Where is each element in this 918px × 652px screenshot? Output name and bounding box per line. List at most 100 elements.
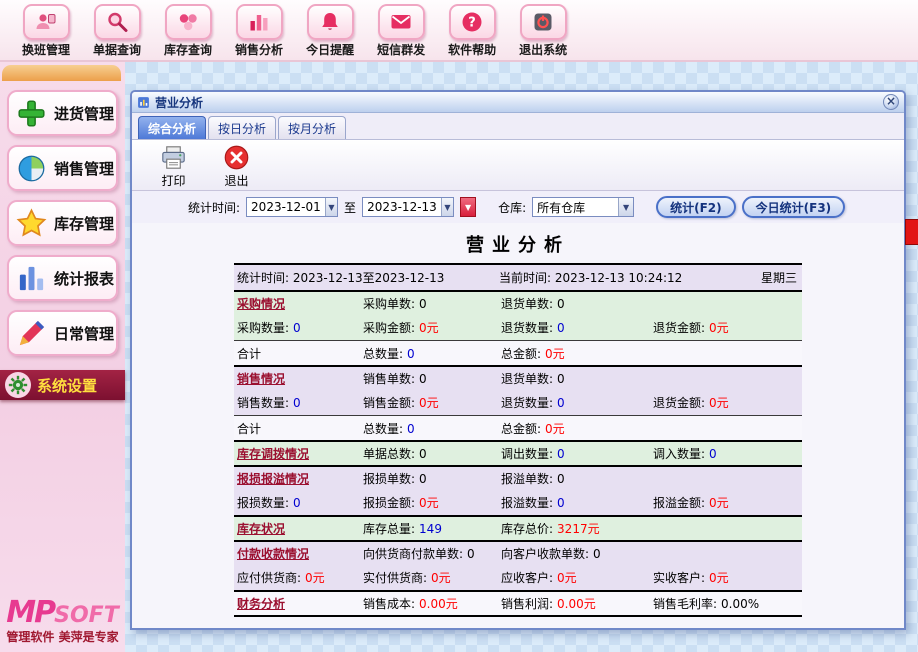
toolbar-button-label: 今日提醒	[306, 41, 354, 58]
report-cell: 合计	[234, 345, 360, 362]
report-section-cell: 报损报溢情况	[234, 470, 360, 487]
cell-value: 0元	[709, 496, 729, 510]
report-cell: 销售成本:0.00元	[360, 595, 498, 612]
cell-value: 0	[557, 297, 565, 311]
toolbar-button-software-help[interactable]: ?软件帮助	[448, 4, 496, 58]
pie-icon	[16, 153, 47, 184]
cell-label: 退货数量:	[501, 396, 553, 410]
statistics-button[interactable]: 统计(F2)	[656, 196, 736, 218]
cell-value: 0	[419, 372, 427, 386]
exit-label: 退出	[224, 172, 248, 189]
report-row: 报损报溢情况报损单数: 0报溢单数:0	[234, 465, 802, 490]
section-header: 销售情况	[237, 372, 285, 386]
cell-value: 0	[293, 496, 301, 510]
toolbar-button-label: 软件帮助	[448, 41, 496, 58]
toolbar-button-label: 退出系统	[519, 41, 567, 58]
cell-value: 0元	[709, 396, 729, 410]
toolbar-button-document-query[interactable]: 单据查询	[93, 4, 141, 58]
report-cell: 退货单数:0	[498, 295, 650, 312]
cell-label: 向客户收款单数:	[501, 547, 589, 561]
sidebar-item-sales-management[interactable]: 销售管理	[7, 145, 118, 191]
logo-text: MPSOFT	[0, 597, 125, 629]
report-period: 统计时间: 2023-12-13至2023-12-13	[234, 269, 496, 286]
cell-value: 0元	[545, 347, 565, 361]
section-header: 财务分析	[237, 597, 285, 611]
cell-label: 应付供货商:	[237, 571, 301, 585]
sidebar-item-daily-management[interactable]: 日常管理	[7, 310, 118, 356]
cell-label: 报溢数量:	[501, 496, 553, 510]
report-current-time: 当前时间: 2023-12-13 10:24:12	[496, 269, 716, 286]
cell-label: 报损单数:	[363, 472, 415, 486]
tab-monthly-analysis[interactable]: 按月分析	[278, 116, 346, 139]
today-statistics-button[interactable]: 今日统计(F3)	[742, 196, 846, 218]
sidebar-item-system-settings[interactable]: 系统设置	[0, 370, 125, 400]
cell-value: 0	[557, 496, 565, 510]
section-header: 采购情况	[237, 297, 285, 311]
shift-icon	[23, 4, 70, 40]
date-to-select[interactable]: 2023-12-13 ▼	[362, 197, 454, 217]
report-cell: 总数量:0	[360, 420, 498, 437]
chevron-down-icon[interactable]: ▼	[325, 198, 337, 216]
cell-label: 总数量:	[363, 422, 403, 436]
toolbar-button-sales-analysis[interactable]: 销售分析	[235, 4, 283, 58]
cell-label: 采购金额:	[363, 321, 415, 335]
cell-label: 采购数量:	[237, 321, 289, 335]
report-row: 库存状况库存总量:149库存总价:3217元	[234, 515, 802, 540]
sidebar: 进货管理销售管理库存管理统计报表日常管理 系统设置 MPSOFT 管理软件 美萍…	[0, 62, 125, 652]
report-cell: 退货金额: 0元	[650, 394, 802, 411]
report-cell: 实付供货商:0元	[360, 569, 498, 586]
section-header: 库存状况	[237, 522, 285, 536]
toolbar-button-shift-management[interactable]: 换班管理	[22, 4, 70, 58]
tab-comprehensive-analysis[interactable]: 综合分析	[138, 116, 206, 139]
chevron-down-icon[interactable]: ▼	[441, 198, 453, 216]
date-from-select[interactable]: 2023-12-01 ▼	[246, 197, 338, 217]
cell-label: 退货金额:	[653, 396, 705, 410]
cell-value: 0	[557, 396, 565, 410]
plus-icon	[16, 98, 47, 129]
logo-soft: SOFT	[54, 603, 119, 628]
cell-label: 退货数量:	[501, 321, 553, 335]
cell-value: 0元	[557, 571, 577, 585]
report-row: 采购数量:0采购金额:0元退货数量:0退货金额:0元	[234, 315, 802, 340]
report-table: 统计时间: 2023-12-13至2023-12-13当前时间: 2023-12…	[234, 263, 802, 617]
cell-label: 退货金额:	[653, 321, 705, 335]
toolbar-button-today-reminder[interactable]: 今日提醒	[306, 4, 354, 58]
sidebar-menu: 进货管理销售管理库存管理统计报表日常管理	[0, 90, 125, 356]
toolbar-button-exit-system[interactable]: 退出系统	[519, 4, 567, 58]
cell-label: 报损金额:	[363, 496, 415, 510]
top-toolbar: 换班管理单据查询库存查询销售分析今日提醒 短信群发 ?软件帮助退出系统	[0, 0, 918, 62]
report-cell: 销售毛利率:0.00%	[650, 595, 802, 612]
calendar-dropdown-button[interactable]: ▼	[460, 197, 476, 217]
report-cell: 销售金额:0元	[360, 394, 498, 411]
toolbar-button-label: 短信群发	[377, 41, 425, 58]
sidebar-header-bar	[2, 65, 121, 81]
sidebar-item-purchase-management[interactable]: 进货管理	[7, 90, 118, 136]
warehouse-select[interactable]: 所有仓库 ▼	[532, 197, 634, 217]
cell-label: 应收客户:	[501, 571, 553, 585]
report-row: 合计总数量:0总金额:0元	[234, 340, 802, 365]
report-cell: 报溢单数:0	[498, 470, 650, 487]
toolbar-button-inventory-query[interactable]: 库存查询	[164, 4, 212, 58]
sidebar-item-statistics-report[interactable]: 统计报表	[7, 255, 118, 301]
to-label: 至	[344, 199, 356, 216]
cell-label: 库存总量:	[363, 522, 415, 536]
window-titlebar[interactable]: 营业分析 ×	[132, 92, 904, 113]
cell-value: 0	[557, 472, 565, 486]
tab-daily-analysis[interactable]: 按日分析	[208, 116, 276, 139]
cell-value: 0	[293, 396, 301, 410]
print-button[interactable]: 打印	[160, 144, 187, 189]
cell-value: 0元	[709, 321, 729, 335]
report-cell: 应收客户: 0元	[498, 569, 650, 586]
section-header: 库存调拨情况	[237, 447, 309, 461]
report-cell: 调入数量:0	[650, 445, 802, 462]
exit-button[interactable]: 退出	[223, 144, 250, 189]
cell-value: 0元	[305, 571, 325, 585]
sidebar-item-inventory-management[interactable]: 库存管理	[7, 200, 118, 246]
toolbar-button-sms-broadcast[interactable]: 短信群发	[377, 4, 425, 58]
report-cell: 总数量:0	[360, 345, 498, 362]
report-cell: 报损金额:0元	[360, 494, 498, 511]
close-icon[interactable]: ×	[883, 94, 899, 110]
report-cell: 销售单数:0	[360, 370, 498, 387]
report-cell: 报损数量:0	[234, 494, 360, 511]
chevron-down-icon[interactable]: ▼	[618, 198, 633, 216]
